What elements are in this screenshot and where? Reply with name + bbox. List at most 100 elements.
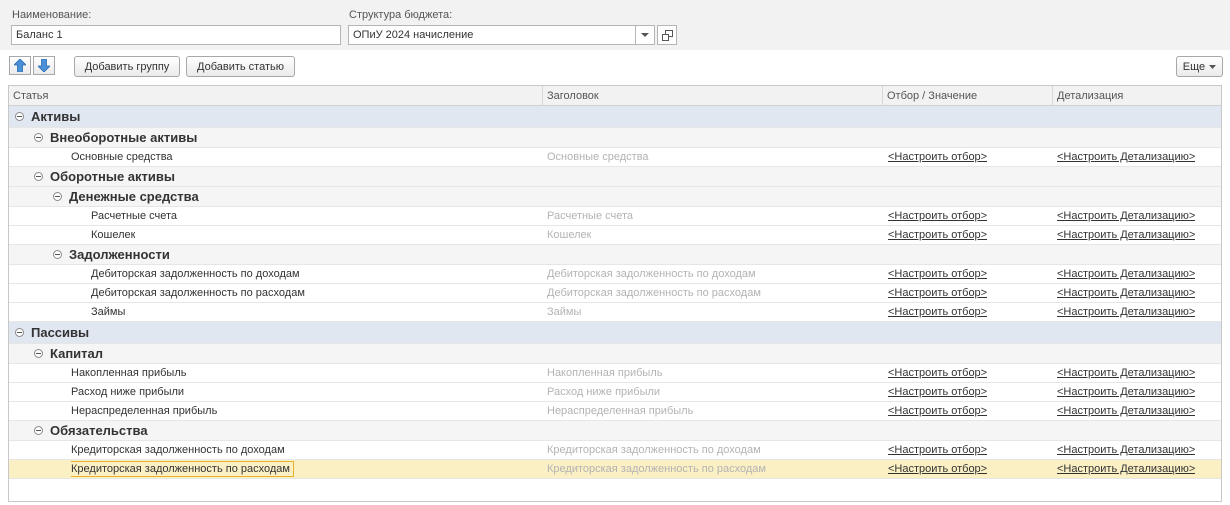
detail-cell: <Настроить Детализацию>: [1057, 265, 1195, 283]
configure-detail-link[interactable]: <Настроить Детализацию>: [1057, 405, 1195, 417]
group-cell: Обязательства: [34, 421, 148, 440]
table-group-row[interactable]: Задолженности: [9, 245, 1221, 265]
configure-detail-link[interactable]: <Настроить Детализацию>: [1057, 386, 1195, 398]
collapse-icon[interactable]: [34, 426, 43, 435]
more-button-label: Еще: [1182, 60, 1206, 73]
articles-table[interactable]: Статья Заголовок Отбор / Значение Детали…: [8, 85, 1222, 502]
heading-cell: Займы: [547, 306, 582, 318]
group-cell: Пассивы: [15, 322, 89, 343]
column-header-heading[interactable]: Заголовок: [543, 86, 883, 106]
collapse-icon[interactable]: [15, 328, 24, 337]
table-row[interactable]: Основные средства Основные средства <Настр…: [9, 148, 1221, 167]
heading-cell: Кошелек: [547, 229, 592, 241]
table-row[interactable]: Расчетные счета Расчетные счета <Настроить…: [9, 207, 1221, 226]
configure-detail-link[interactable]: <Настроить Детализацию>: [1057, 287, 1195, 299]
structure-label: Структура бюджета:: [349, 9, 453, 21]
article-cell: Кредиторская задолженность по доходам: [71, 441, 285, 459]
more-button[interactable]: Еще: [1176, 56, 1223, 77]
table-group-row[interactable]: Пассивы: [9, 322, 1221, 344]
table-row[interactable]: Займы Займы <Настроить отбор> <Настроить Де…: [9, 303, 1221, 322]
configure-filter-link[interactable]: <Настроить отбор>: [888, 306, 987, 318]
column-header-article[interactable]: Статья: [9, 86, 543, 106]
group-label: Пассивы: [31, 325, 90, 340]
filter-cell: <Настроить отбор>: [888, 402, 987, 420]
configure-detail-link[interactable]: <Настроить Детализацию>: [1057, 463, 1195, 475]
group-cell: Денежные средства: [53, 187, 199, 206]
structure-open-button[interactable]: [657, 25, 677, 45]
heading-cell: Кредиторская задолженность по расходам: [547, 463, 766, 475]
collapse-icon[interactable]: [34, 133, 43, 142]
move-down-button[interactable]: [33, 56, 55, 75]
configure-detail-link[interactable]: <Настроить Детализацию>: [1057, 367, 1195, 379]
structure-dropdown-button[interactable]: [635, 25, 655, 45]
arrow-down-icon: [38, 59, 50, 72]
article-label: Дебиторская задолженность по расходам: [91, 287, 305, 299]
add-group-button[interactable]: Добавить группу: [74, 56, 180, 77]
configure-filter-link[interactable]: <Настроить отбор>: [888, 268, 987, 280]
table-row[interactable]: Дебиторская задолженность по доходам Деби…: [9, 265, 1221, 284]
configure-filter-link[interactable]: <Настроить отбор>: [888, 229, 987, 241]
group-label: Денежные средства: [69, 189, 199, 204]
filter-cell: <Настроить отбор>: [888, 265, 987, 283]
article-cell: Кредиторская задолженность по расходам: [71, 460, 294, 478]
table-row[interactable]: Нераспределенная прибыль Нераспределенная…: [9, 402, 1221, 421]
collapse-icon[interactable]: [53, 192, 62, 201]
configure-detail-link[interactable]: <Настроить Детализацию>: [1057, 210, 1195, 222]
detail-cell: <Настроить Детализацию>: [1057, 303, 1195, 321]
table-group-row[interactable]: Денежные средства: [9, 187, 1221, 207]
table-row[interactable]: Кошелек Кошелек <Настроить отбор> <Настроит…: [9, 226, 1221, 245]
article-label: Дебиторская задолженность по доходам: [91, 268, 300, 280]
open-window-icon: [661, 29, 673, 41]
configure-detail-link[interactable]: <Настроить Детализацию>: [1057, 444, 1195, 456]
detail-cell: <Настроить Детализацию>: [1057, 284, 1195, 302]
collapse-icon[interactable]: [53, 250, 62, 259]
table-group-row[interactable]: Капитал: [9, 344, 1221, 364]
structure-input[interactable]: ОПиУ 2024 начисление: [348, 25, 636, 45]
configure-filter-link[interactable]: <Настроить отбор>: [888, 287, 987, 299]
article-cell: Расход ниже прибыли: [71, 383, 184, 401]
configure-filter-link[interactable]: <Настроить отбор>: [888, 405, 987, 417]
configure-detail-link[interactable]: <Настроить Детализацию>: [1057, 306, 1195, 318]
group-label: Обязательства: [50, 423, 148, 438]
collapse-icon[interactable]: [34, 172, 43, 181]
table-group-row[interactable]: Внеоборотные активы: [9, 128, 1221, 148]
group-label: Капитал: [50, 346, 104, 361]
table-row[interactable]: Накопленная прибыль Накопленная прибыль <Н…: [9, 364, 1221, 383]
collapse-icon[interactable]: [34, 349, 43, 358]
configure-detail-link[interactable]: <Настроить Детализацию>: [1057, 229, 1195, 241]
group-cell: Внеоборотные активы: [34, 128, 197, 147]
group-label: Внеоборотные активы: [50, 130, 198, 145]
table-group-row[interactable]: Активы: [9, 106, 1221, 128]
configure-filter-link[interactable]: <Настроить отбор>: [888, 210, 987, 222]
table-row[interactable]: Дебиторская задолженность по расходам Деб…: [9, 284, 1221, 303]
table-group-row[interactable]: Оборотные активы: [9, 167, 1221, 187]
article-cell: Основные средства: [71, 148, 173, 166]
heading-cell: Дебиторская задолженность по доходам: [547, 268, 756, 280]
configure-filter-link[interactable]: <Настроить отбор>: [888, 386, 987, 398]
group-label: Задолженности: [69, 247, 170, 262]
column-header-detail[interactable]: Детализация: [1053, 86, 1221, 106]
article-label: Кошелек: [91, 229, 136, 241]
move-up-button[interactable]: [9, 56, 31, 75]
add-item-button[interactable]: Добавить статью: [186, 56, 295, 77]
table-row[interactable]: Расход ниже прибыли Расход ниже прибыли <Н…: [9, 383, 1221, 402]
table-row[interactable]: Кредиторская задолженность по доходам Кре…: [9, 441, 1221, 460]
article-cell: Расчетные счета: [91, 207, 177, 225]
configure-filter-link[interactable]: <Настроить отбор>: [888, 367, 987, 379]
article-label: Нераспределенная прибыль: [71, 405, 218, 417]
table-group-row[interactable]: Обязательства: [9, 421, 1221, 441]
name-input[interactable]: Баланс 1: [11, 25, 341, 45]
configure-detail-link[interactable]: <Настроить Детализацию>: [1057, 268, 1195, 280]
filter-cell: <Настроить отбор>: [888, 148, 987, 166]
column-header-filter[interactable]: Отбор / Значение: [883, 86, 1053, 106]
configure-filter-link[interactable]: <Настроить отбор>: [888, 463, 987, 475]
configure-filter-link[interactable]: <Настроить отбор>: [888, 444, 987, 456]
configure-detail-link[interactable]: <Настроить Детализацию>: [1057, 151, 1195, 163]
filter-cell: <Настроить отбор>: [888, 441, 987, 459]
arrow-up-icon: [14, 59, 26, 72]
configure-filter-link[interactable]: <Настроить отбор>: [888, 151, 987, 163]
article-cell: Дебиторская задолженность по доходам: [91, 265, 300, 283]
collapse-icon[interactable]: [15, 112, 24, 121]
heading-cell: Основные средства: [547, 151, 649, 163]
table-row[interactable]: Кредиторская задолженность по расходам Кр…: [9, 460, 1221, 479]
